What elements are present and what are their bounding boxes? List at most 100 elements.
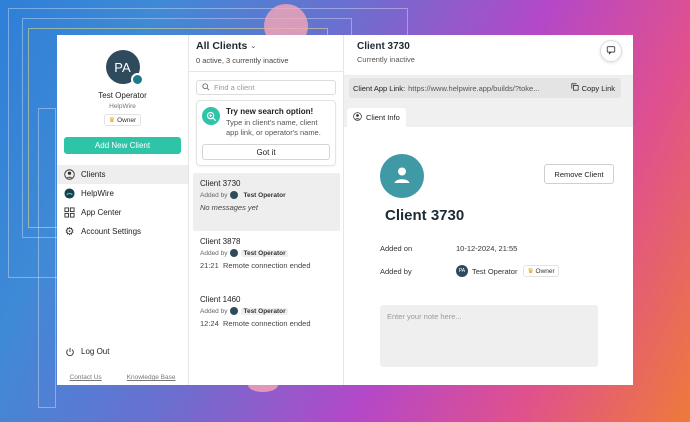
sidebar-item-label: Clients — [81, 170, 106, 179]
operator-name: Test Operator — [98, 91, 147, 100]
client-app-link-bar: Client App Link: https://www.helpwire.ap… — [349, 78, 621, 98]
last-message: 21:21 Remote connection ended — [200, 261, 333, 270]
message-time: 12:24 — [200, 319, 219, 328]
app-window: PA Test Operator HelpWire ♛ Owner Add Ne… — [57, 35, 633, 385]
app-link-value: https://www.helpwire.app/builds/?toke... — [408, 83, 540, 93]
client-list-item[interactable]: Client 3730 Added by Test Operator No me… — [193, 173, 340, 231]
operator-name: Test Operator — [241, 249, 288, 257]
sidebar-item-label: HelpWire — [81, 189, 114, 198]
client-avatar — [380, 154, 424, 198]
tab-client-info[interactable]: Client Info — [347, 108, 406, 127]
note-textarea[interactable]: Enter your note here... — [380, 305, 598, 367]
sidebar-item-helpwire[interactable]: HelpWire — [57, 184, 188, 203]
chat-button[interactable] — [600, 40, 622, 62]
contact-us-link[interactable]: Contact Us — [70, 374, 102, 381]
user-icon — [392, 165, 412, 187]
client-name: Client 3730 — [200, 179, 241, 188]
copy-icon — [571, 83, 579, 93]
operator-avatar-icon — [230, 249, 239, 257]
copy-link-label: Copy Link — [581, 83, 615, 93]
copy-link-button[interactable]: Copy Link — [571, 83, 615, 93]
last-message-text: Remote connection ended — [222, 319, 311, 328]
role-badge: ♛ Owner — [523, 265, 559, 277]
crown-icon: ♛ — [108, 117, 116, 124]
client-list-item[interactable]: Client 1460 Added by Test Operator 12:24… — [193, 289, 340, 347]
client-detail-panel: Client 3730 Currently inactive Client Ap… — [344, 35, 633, 385]
last-message: No messages yet — [200, 203, 333, 212]
operator-avatar-icon — [230, 307, 239, 315]
added-on-row: Added on 10-12-2024, 21:55 — [380, 244, 517, 253]
link-and-tabs: Client App Link: https://www.helpwire.ap… — [344, 76, 633, 127]
operator-name: Test Operator — [241, 307, 288, 315]
last-message-text: Remote connection ended — [222, 261, 311, 270]
got-it-button[interactable]: Got it — [202, 144, 330, 160]
org-badge-icon — [130, 73, 144, 86]
client-filter-dropdown[interactable]: All Clients ⌄ — [196, 40, 336, 52]
added-on-label: Added on — [380, 244, 413, 253]
chevron-down-icon: ⌄ — [250, 43, 257, 50]
added-by-name: Test Operator — [472, 266, 518, 276]
sidebar: PA Test Operator HelpWire ♛ Owner Add Ne… — [57, 35, 189, 385]
role-label: Owner — [535, 268, 555, 275]
tip-title: Try new search option! — [226, 107, 314, 116]
user-circle-icon — [64, 169, 75, 180]
sidebar-item-label: App Center — [81, 208, 122, 217]
added-by-prefix: Added by — [200, 249, 228, 257]
sidebar-nav: Clients HelpWire App Center ⚙ Account Se… — [57, 165, 188, 241]
added-by-row: Added by PA Test Operator ♛ Owner — [380, 265, 559, 277]
added-by-row: Added by Test Operator — [200, 307, 333, 315]
search-tip-popover: Try new search option! Type in client's … — [196, 100, 336, 166]
search-icon — [202, 82, 210, 93]
add-new-client-button[interactable]: Add New Client — [64, 137, 181, 154]
tip-text: Type in client's name, client app link, … — [226, 118, 321, 137]
chat-bubble-icon — [606, 45, 616, 57]
client-name: Client 1460 — [200, 295, 241, 304]
operator-avatar[interactable]: PA — [105, 50, 144, 86]
logout-label: Log Out — [81, 347, 110, 356]
crown-icon: ♛ — [527, 268, 534, 275]
user-circle-icon — [353, 112, 362, 123]
role-badge: ♛ Owner — [103, 114, 142, 126]
tab-label: Client Info — [366, 113, 400, 122]
organization-name: HelpWire — [109, 103, 136, 110]
search-zoom-icon — [202, 107, 220, 125]
sidebar-footer: Contact Us Knowledge Base — [57, 374, 188, 381]
added-by-prefix: Added by — [200, 307, 228, 315]
power-icon — [64, 346, 75, 357]
added-by-row: Added by Test Operator — [200, 191, 333, 199]
remove-client-button[interactable]: Remove Client — [544, 164, 614, 184]
avatar-initials: PA — [114, 59, 131, 75]
sidebar-item-app-center[interactable]: App Center — [57, 203, 188, 222]
search-input[interactable]: Find a client — [214, 83, 254, 92]
client-list-panel: All Clients ⌄ 0 active, 3 currently inac… — [189, 35, 344, 385]
client-info-content: Remove Client Client 3730 Added on 10-12… — [344, 127, 633, 385]
sidebar-item-clients[interactable]: Clients — [57, 165, 188, 184]
operator-avatar: PA — [456, 265, 468, 277]
operator-name: Test Operator — [241, 191, 288, 199]
client-list-title: All Clients — [196, 40, 248, 52]
added-on-value: 10-12-2024, 21:55 — [456, 244, 518, 253]
detail-title: Client 3730 — [357, 41, 410, 52]
added-by-prefix: Added by — [200, 191, 228, 199]
operator-avatar-icon — [230, 191, 239, 199]
client-list-item[interactable]: Client 3878 Added by Test Operator 21:21… — [193, 231, 340, 289]
added-by-label: Added by — [380, 266, 412, 276]
added-by-row: Added by Test Operator — [200, 249, 333, 257]
detail-header: Client 3730 Currently inactive — [344, 35, 633, 76]
knowledge-base-link[interactable]: Knowledge Base — [127, 374, 176, 381]
gear-icon: ⚙ — [64, 226, 75, 238]
role-label: Owner — [117, 116, 137, 124]
message-time: 21:21 — [200, 261, 219, 270]
sidebar-item-label: Account Settings — [81, 227, 142, 236]
helpwire-logo-icon — [64, 188, 75, 199]
client-name: Client 3878 — [200, 237, 241, 246]
search-box[interactable]: Find a client — [196, 80, 336, 95]
client-list-header: All Clients ⌄ 0 active, 3 currently inac… — [189, 35, 343, 72]
last-message-text: No messages yet — [200, 203, 258, 212]
sidebar-item-account-settings[interactable]: ⚙ Account Settings — [57, 222, 188, 241]
client-name-heading: Client 3730 — [385, 207, 465, 224]
client-count-summary: 0 active, 3 currently inactive — [196, 56, 289, 65]
logout-button[interactable]: Log Out — [64, 346, 109, 357]
grid-icon — [64, 207, 75, 218]
client-status: Currently inactive — [357, 55, 415, 64]
